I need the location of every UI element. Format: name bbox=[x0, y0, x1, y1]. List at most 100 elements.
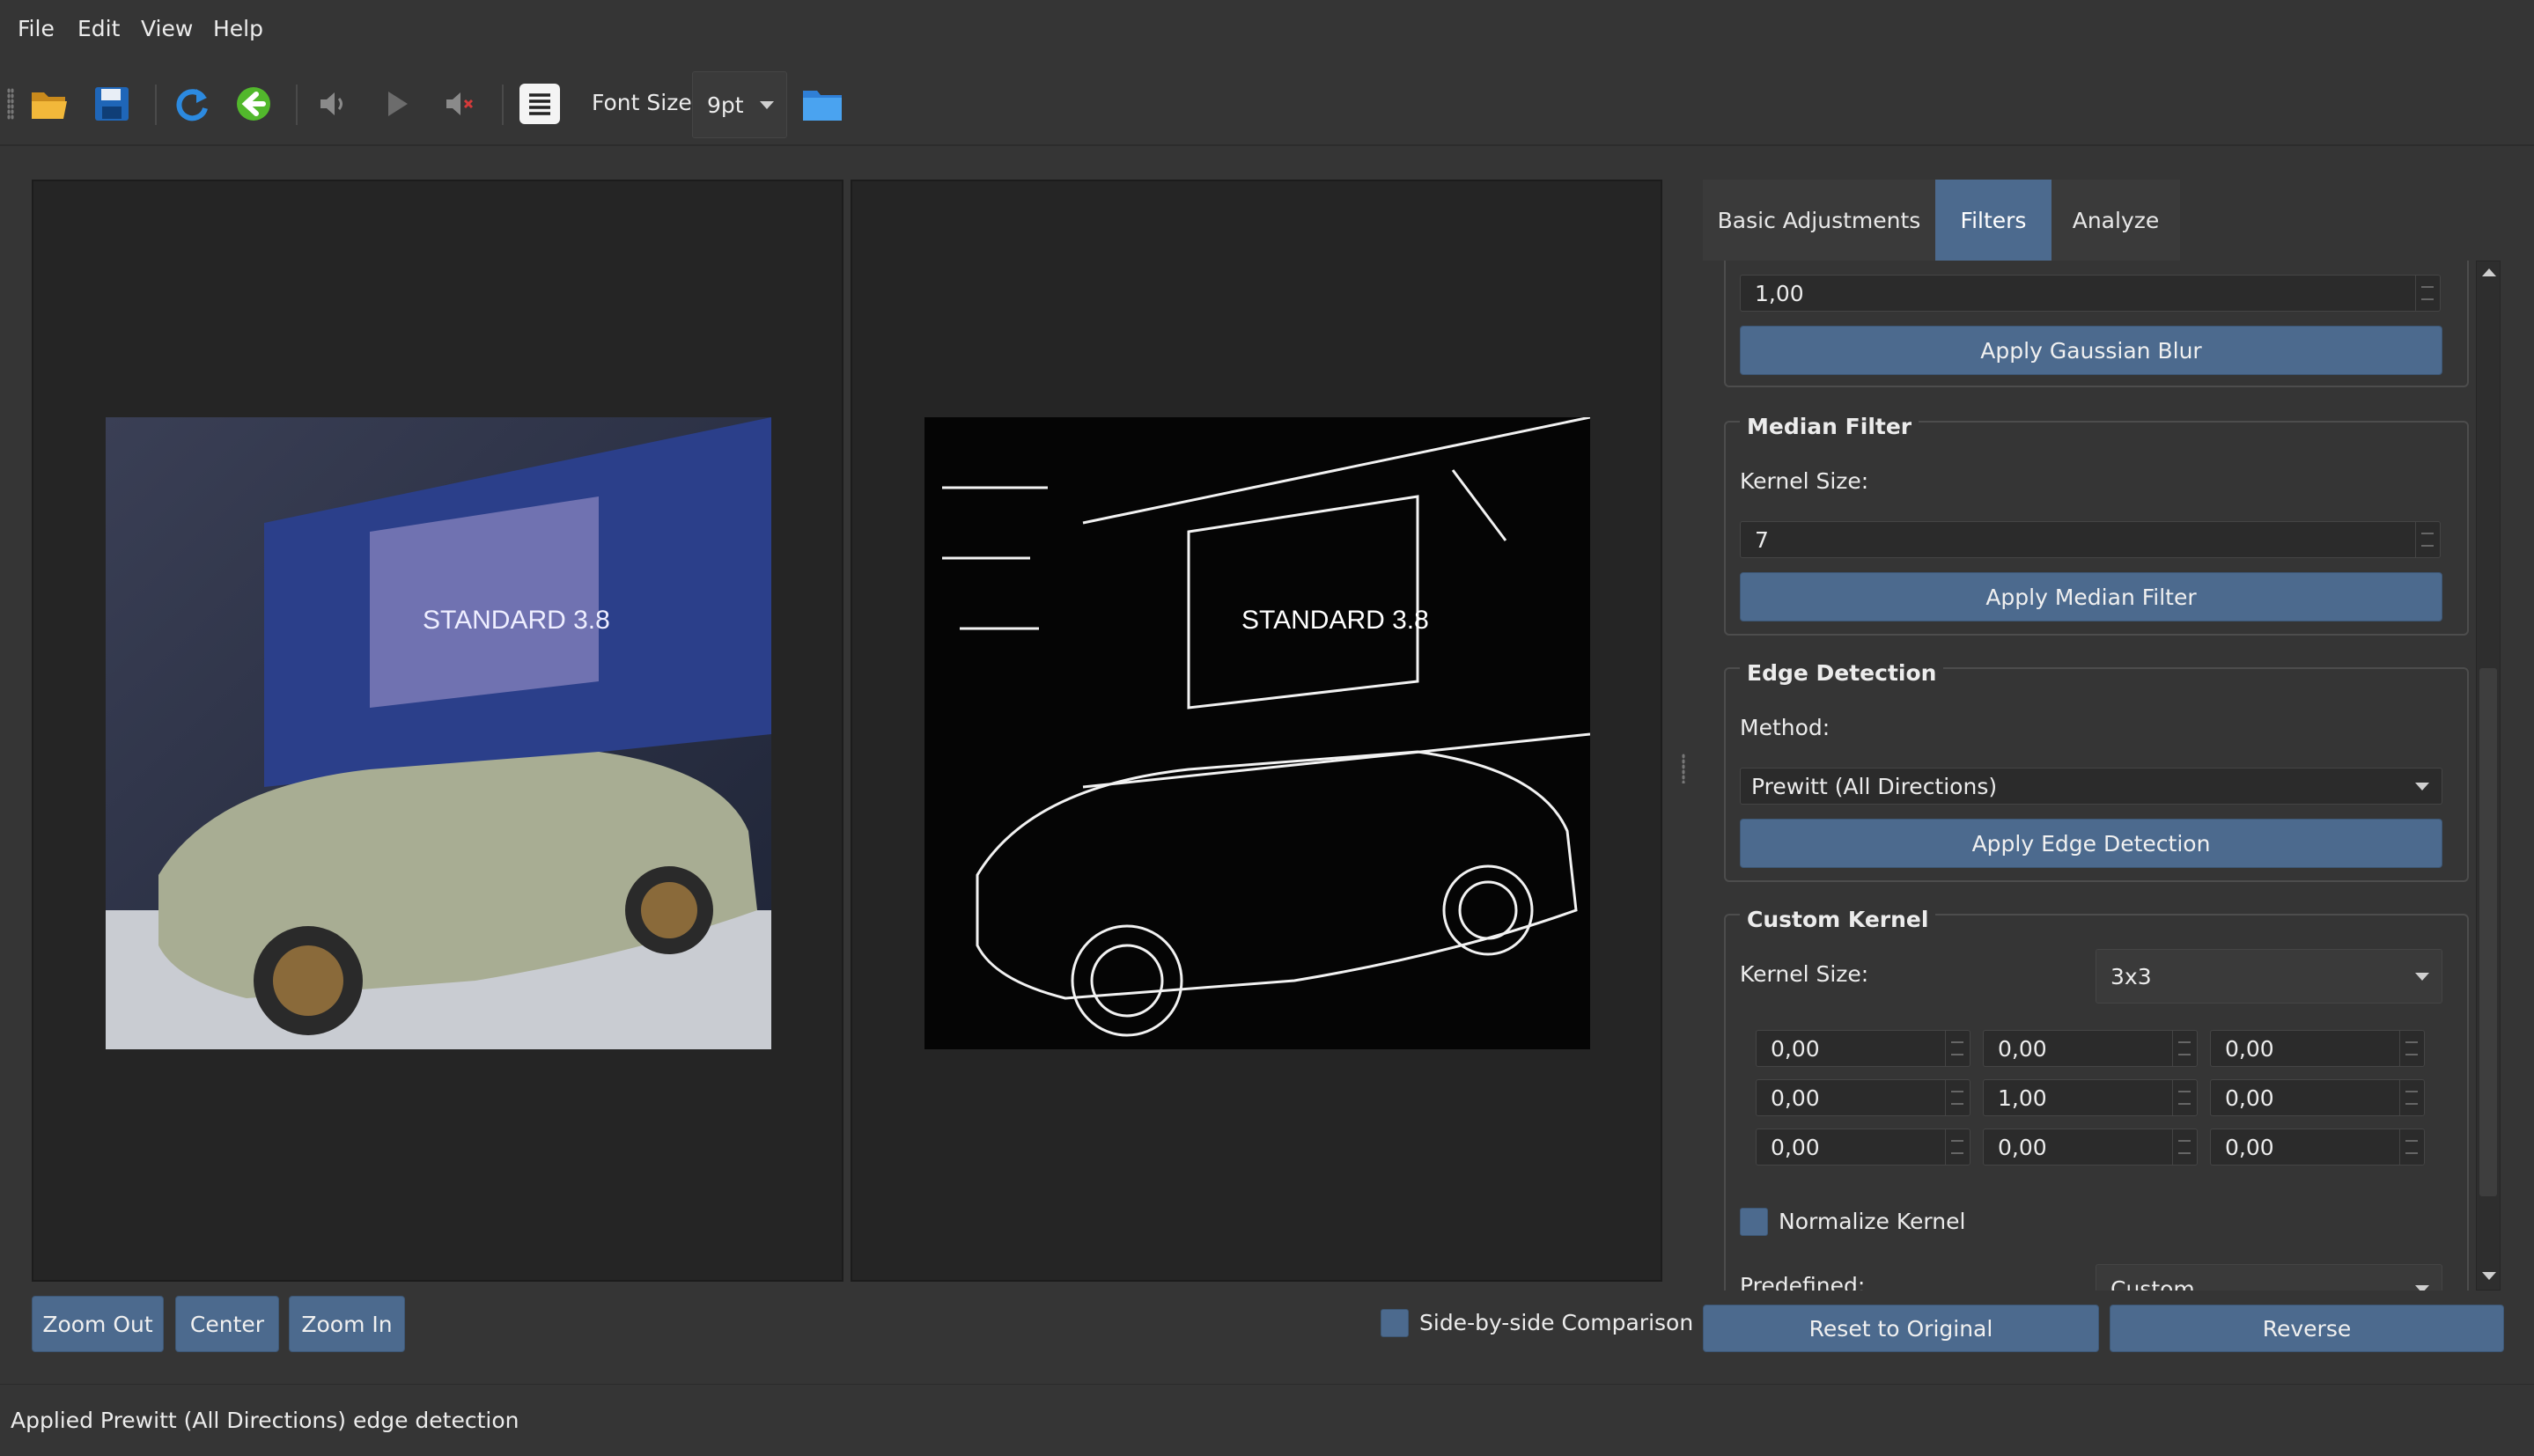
kernel-cell-2-2[interactable]: 0,00 bbox=[2210, 1129, 2425, 1166]
kernel-cell-2-1[interactable]: 0,00 bbox=[1983, 1129, 2198, 1166]
spinner-icon[interactable] bbox=[2415, 276, 2440, 311]
save-icon[interactable] bbox=[90, 82, 134, 126]
menu-view[interactable]: View bbox=[141, 16, 193, 41]
status-message: Applied Prewitt (All Directions) edge de… bbox=[11, 1408, 519, 1433]
toolbar-separator bbox=[296, 85, 298, 125]
original-image-pane[interactable]: STANDARD 3.8 bbox=[32, 180, 843, 1282]
chevron-down-icon bbox=[2415, 783, 2429, 791]
spinner-icon[interactable] bbox=[1945, 1129, 1970, 1165]
font-size-select[interactable]: 9pt bbox=[692, 71, 787, 138]
toolbar-separator bbox=[155, 85, 157, 125]
kernel-cell-value: 1,00 bbox=[1998, 1085, 2047, 1111]
font-size-value: 9pt bbox=[707, 92, 744, 118]
edge-detection-title: Edge Detection bbox=[1740, 660, 1944, 686]
spinner-icon[interactable] bbox=[1945, 1031, 1970, 1066]
predefined-kernel-value: Custom bbox=[2110, 1276, 2195, 1291]
kernel-cell-value: 0,00 bbox=[1771, 1035, 1820, 1062]
chevron-down-icon bbox=[760, 101, 774, 109]
edge-method-label: Method: bbox=[1740, 715, 1831, 740]
kernel-cell-value: 0,00 bbox=[1771, 1085, 1820, 1111]
normalize-kernel-checkbox[interactable] bbox=[1740, 1208, 1768, 1236]
text-view-icon[interactable] bbox=[518, 82, 562, 126]
scroll-up-icon[interactable] bbox=[2482, 268, 2496, 276]
spinner-icon[interactable] bbox=[2172, 1080, 2197, 1115]
filters-scroll-area: 1,00 Apply Gaussian Blur Median Filter K… bbox=[1703, 261, 2504, 1291]
median-filter-title: Median Filter bbox=[1740, 414, 1919, 439]
status-bar: Applied Prewitt (All Directions) edge de… bbox=[0, 1384, 2534, 1456]
spinner-icon[interactable] bbox=[2415, 522, 2440, 557]
median-kernel-value: 7 bbox=[1755, 526, 1769, 553]
processed-image-pane[interactable]: STANDARD 3.8 bbox=[851, 180, 1662, 1282]
kernel-cell-value: 0,00 bbox=[1998, 1035, 2047, 1062]
zoom-out-button[interactable]: Zoom Out bbox=[32, 1296, 164, 1352]
kernel-cell-value: 0,00 bbox=[2225, 1134, 2274, 1160]
custom-kernel-size-label: Kernel Size: bbox=[1740, 961, 1869, 987]
predefined-kernel-label: Predefined: bbox=[1740, 1273, 1866, 1291]
tab-basic-adjustments[interactable]: Basic Adjustments bbox=[1703, 180, 1935, 261]
menu-help[interactable]: Help bbox=[213, 16, 263, 41]
spinner-icon[interactable] bbox=[2172, 1129, 2197, 1165]
tab-filters[interactable]: Filters bbox=[1935, 180, 2052, 261]
gaussian-sigma-value: 1,00 bbox=[1755, 280, 1804, 306]
volume-icon[interactable] bbox=[312, 82, 356, 126]
custom-kernel-size-select[interactable]: 3x3 bbox=[2096, 949, 2442, 1004]
menu-edit[interactable]: Edit bbox=[77, 16, 120, 41]
custom-kernel-size-value: 3x3 bbox=[2110, 963, 2152, 989]
spinner-icon[interactable] bbox=[1945, 1080, 1970, 1115]
kernel-cell-2-0[interactable]: 0,00 bbox=[1756, 1129, 1970, 1166]
refresh-icon[interactable] bbox=[170, 82, 214, 126]
kernel-cell-value: 0,00 bbox=[2225, 1085, 2274, 1111]
kernel-cell-value: 0,00 bbox=[1998, 1134, 2047, 1160]
toolbar-separator bbox=[502, 85, 504, 125]
kernel-cell-value: 0,00 bbox=[2225, 1035, 2274, 1062]
scroll-down-icon[interactable] bbox=[2482, 1272, 2496, 1280]
predefined-kernel-select[interactable]: Custom bbox=[2096, 1264, 2442, 1291]
zoom-in-button[interactable]: Zoom In bbox=[289, 1296, 405, 1352]
chevron-down-icon bbox=[2415, 1285, 2429, 1291]
reverse-button[interactable]: Reverse bbox=[2110, 1305, 2504, 1352]
apply-edge-detection-button[interactable]: Apply Edge Detection bbox=[1740, 819, 2442, 868]
spinner-icon[interactable] bbox=[2399, 1080, 2424, 1115]
edge-method-value: Prewitt (All Directions) bbox=[1751, 773, 1998, 799]
svg-text:STANDARD 3.8: STANDARD 3.8 bbox=[1241, 606, 1429, 635]
spinner-icon[interactable] bbox=[2172, 1031, 2197, 1066]
apply-median-filter-button[interactable]: Apply Median Filter bbox=[1740, 572, 2442, 621]
font-size-label: Font Size: bbox=[592, 90, 700, 115]
mute-icon[interactable] bbox=[438, 82, 482, 126]
edge-method-select[interactable]: Prewitt (All Directions) bbox=[1740, 768, 2442, 805]
filters-scrollbar[interactable] bbox=[2476, 261, 2501, 1291]
apply-gaussian-blur-button[interactable]: Apply Gaussian Blur bbox=[1740, 326, 2442, 375]
kernel-cell-value: 0,00 bbox=[1771, 1134, 1820, 1160]
play-icon[interactable] bbox=[374, 82, 418, 126]
toolbar-grip-handle[interactable] bbox=[7, 88, 14, 120]
edge-detected-car-image: STANDARD 3.8 bbox=[924, 417, 1590, 1049]
gaussian-sigma-input[interactable]: 1,00 bbox=[1740, 275, 2441, 312]
spinner-icon[interactable] bbox=[2399, 1129, 2424, 1165]
median-kernel-label: Kernel Size: bbox=[1740, 468, 1869, 494]
folder-browse-icon[interactable] bbox=[800, 82, 844, 126]
kernel-cell-1-0[interactable]: 0,00 bbox=[1756, 1079, 1970, 1116]
scrollbar-thumb[interactable] bbox=[2479, 668, 2497, 1196]
median-kernel-input[interactable]: 7 bbox=[1740, 521, 2441, 558]
center-button[interactable]: Center bbox=[175, 1296, 279, 1352]
chevron-down-icon bbox=[2415, 973, 2429, 981]
normalize-kernel-label: Normalize Kernel bbox=[1779, 1209, 1966, 1234]
menu-bar: File Edit View Help bbox=[0, 0, 2534, 58]
menu-file[interactable]: File bbox=[18, 16, 55, 41]
reset-to-original-button[interactable]: Reset to Original bbox=[1703, 1305, 2099, 1352]
kernel-cell-0-0[interactable]: 0,00 bbox=[1756, 1030, 1970, 1067]
side-by-side-checkbox[interactable] bbox=[1381, 1309, 1409, 1337]
kernel-cell-1-1[interactable]: 1,00 bbox=[1983, 1079, 2198, 1116]
kernel-cell-0-1[interactable]: 0,00 bbox=[1983, 1030, 2198, 1067]
svg-text:STANDARD 3.8: STANDARD 3.8 bbox=[423, 606, 610, 635]
spinner-icon[interactable] bbox=[2399, 1031, 2424, 1066]
kernel-cell-0-2[interactable]: 0,00 bbox=[2210, 1030, 2425, 1067]
open-folder-icon[interactable] bbox=[28, 82, 72, 126]
original-car-image: STANDARD 3.8 bbox=[106, 417, 771, 1049]
splitter-handle[interactable] bbox=[1682, 754, 1685, 783]
kernel-cell-1-2[interactable]: 0,00 bbox=[2210, 1079, 2425, 1116]
toolbar: Font Size: 9pt bbox=[0, 58, 2534, 146]
back-arrow-icon[interactable] bbox=[232, 82, 276, 126]
tab-analyze[interactable]: Analyze bbox=[2052, 180, 2180, 261]
custom-kernel-title: Custom Kernel bbox=[1740, 907, 1936, 932]
